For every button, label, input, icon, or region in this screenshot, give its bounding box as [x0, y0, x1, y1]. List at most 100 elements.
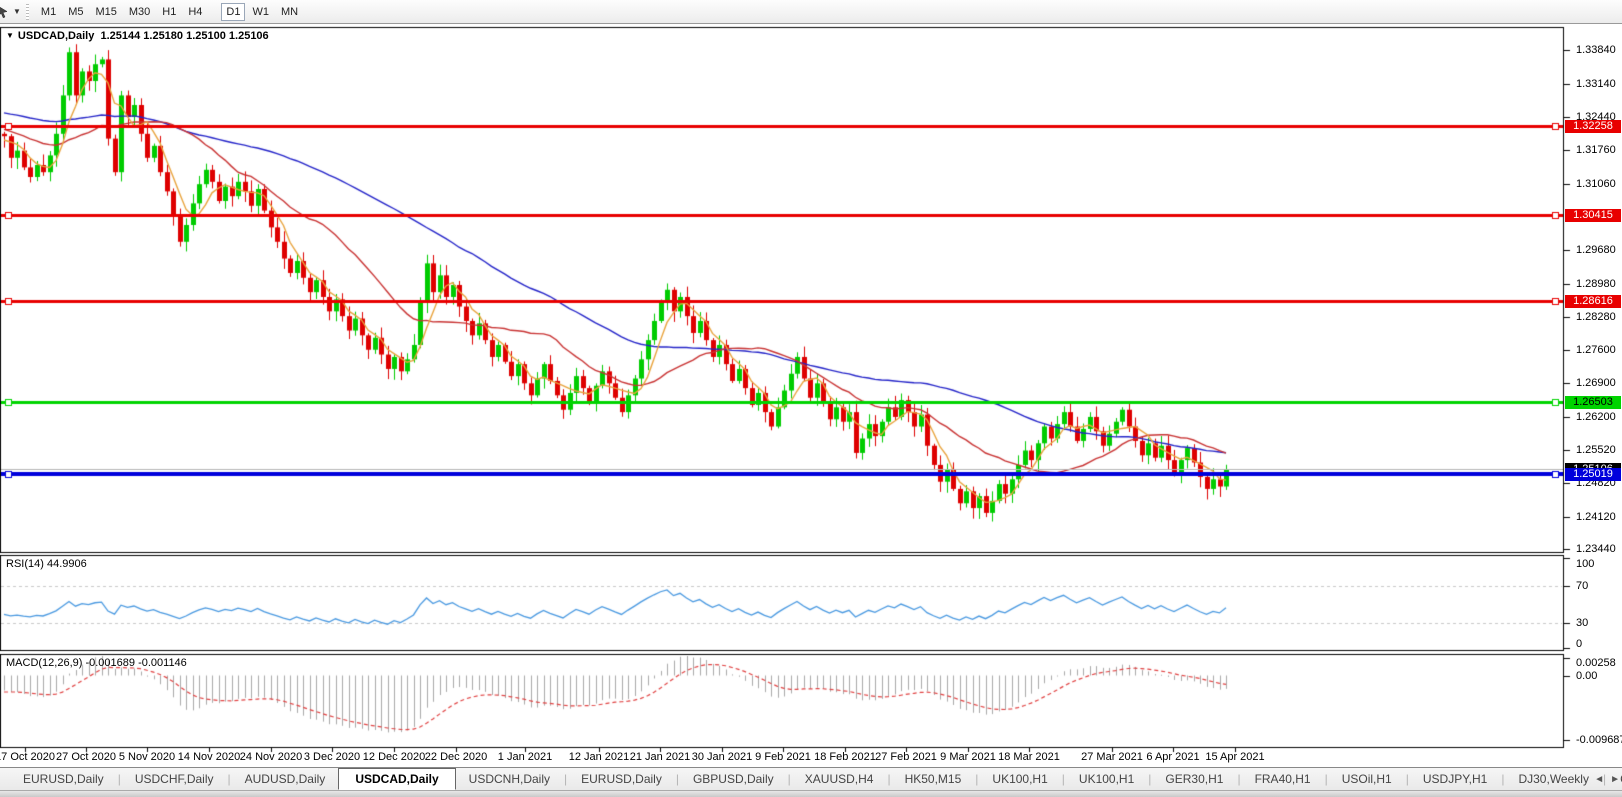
chart-tab-uk100-h1[interactable]: UK100,H1	[1066, 769, 1147, 789]
rsi-label: RSI(14) 44.9906	[6, 558, 87, 570]
chart-tab-fra40-h1[interactable]: FRA40,H1	[1242, 769, 1324, 789]
time-tick-label: 3 Dec 2020	[304, 751, 360, 763]
chart-tab-bar: EURUSD,Daily|USDCHF,Daily|AUDUSD,DailyUS…	[0, 767, 1622, 791]
chart-tab-xauusd-h4[interactable]: XAUUSD,H4	[792, 769, 887, 789]
tab-separator: |	[676, 772, 679, 786]
time-tick-label: 17 Oct 2020	[0, 751, 55, 763]
tab-scroll-left-icon[interactable]: ◄	[1594, 774, 1604, 785]
price-tick-label: 1.25520	[1576, 444, 1616, 456]
price-tick-label: 1.28980	[1576, 278, 1616, 290]
price-tick-label: 1.24120	[1576, 511, 1616, 523]
chart-tab-hk50-m15[interactable]: HK50,M15	[892, 769, 975, 789]
tab-separator: |	[1325, 772, 1328, 786]
tab-separator: |	[975, 772, 978, 786]
chart-tab-usdcad-daily[interactable]: USDCAD,Daily	[338, 768, 455, 790]
rsi-tick-label: 70	[1576, 580, 1588, 592]
chart-tab-uk100-h1[interactable]: UK100,H1	[979, 769, 1060, 789]
chart-tab-usdcnh-daily[interactable]: USDCNH,Daily	[456, 769, 563, 789]
tab-separator: |	[788, 772, 791, 786]
chart-canvas[interactable]	[0, 0, 1622, 762]
chart-tab-usdchf-daily[interactable]: USDCHF,Daily	[122, 769, 227, 789]
tab-separator: |	[1501, 772, 1504, 786]
price-tick-label: 1.33140	[1576, 78, 1616, 90]
tab-separator: |	[118, 772, 121, 786]
timeframe-button-mn[interactable]: MN	[276, 3, 303, 21]
time-tick-label: 12 Dec 2020	[363, 751, 425, 763]
time-tick-label: 27 Oct 2020	[56, 751, 116, 763]
price-tick-label: 1.31060	[1576, 178, 1616, 190]
time-tick-label: 12 Jan 2021	[569, 751, 630, 763]
timeframe-button-m1[interactable]: M1	[36, 3, 61, 21]
chart-tab-dj30-weekly[interactable]: DJ30,Weekly	[1505, 769, 1601, 789]
price-tick-label: 1.26900	[1576, 377, 1616, 389]
time-tick-label: 5 Nov 2020	[119, 751, 175, 763]
price-tick-label: 1.27600	[1576, 344, 1616, 356]
time-tick-label: 30 Jan 2021	[692, 751, 753, 763]
timeframe-button-w1[interactable]: W1	[247, 3, 274, 21]
rsi-tick-label: 30	[1576, 617, 1588, 629]
timeframe-button-m15[interactable]: M15	[90, 3, 121, 21]
hline-price-tag: 1.26503	[1565, 396, 1621, 409]
time-tick-label: 22 Dec 2020	[425, 751, 487, 763]
tab-separator: |	[228, 772, 231, 786]
timeframe-toolbar: ▼ M1M5M15M30H1H4 D1W1MN	[0, 0, 1622, 24]
price-tick-label: 1.33840	[1576, 44, 1616, 56]
chart-tab-usoil-h1[interactable]: USOil,H1	[1329, 769, 1405, 789]
macd-tick-label: 0.00258	[1576, 657, 1616, 669]
tab-separator: |	[1406, 772, 1409, 786]
time-tick-label: 27 Mar 2021	[1081, 751, 1143, 763]
macd-label: MACD(12,26,9) -0.001689 -0.001146	[6, 657, 187, 669]
chart-cursor-icon[interactable]	[0, 4, 12, 20]
time-tick-label: 15 Apr 2021	[1205, 751, 1264, 763]
chart-tab-ger30-h1[interactable]: GER30,H1	[1152, 769, 1236, 789]
tab-separator: |	[1148, 772, 1151, 786]
time-tick-label: 27 Feb 2021	[875, 751, 937, 763]
cursor-dropdown-icon[interactable]: ▼	[13, 7, 21, 16]
time-tick-label: 18 Feb 2021	[814, 751, 876, 763]
chart-tab-usdjpy-h1[interactable]: USDJPY,H1	[1410, 769, 1500, 789]
tab-separator: |	[887, 772, 890, 786]
trading-terminal-window: ▼ M1M5M15M30H1H4 D1W1MN ▼ USDCAD,Daily 1.2…	[0, 0, 1622, 797]
price-tick-label: 1.29680	[1576, 244, 1616, 256]
timeframe-button-m30[interactable]: M30	[124, 3, 155, 21]
symbol-dropdown-icon[interactable]: ▼	[6, 31, 14, 40]
rsi-tick-label: 100	[1576, 558, 1594, 570]
price-tick-label: 1.26200	[1576, 411, 1616, 423]
time-tick-label: 6 Apr 2021	[1146, 751, 1199, 763]
chart-tab-audusd-daily[interactable]: AUDUSD,Daily	[232, 769, 339, 789]
time-tick-label: 24 Nov 2020	[240, 751, 302, 763]
chart-title: ▼ USDCAD,Daily 1.25144 1.25180 1.25100 1.…	[6, 30, 269, 42]
tab-scroll-right-icon[interactable]: ►	[1610, 774, 1620, 785]
price-tick-label: 1.23440	[1576, 543, 1616, 555]
price-tick-label: 1.31760	[1576, 144, 1616, 156]
timeframe-button-h4[interactable]: H4	[183, 3, 207, 21]
chart-ohlc-values: 1.25144 1.25180 1.25100 1.25106	[100, 30, 268, 42]
timeframe-button-d1[interactable]: D1	[221, 3, 245, 21]
macd-tick-label: 0.00	[1576, 670, 1597, 682]
time-tick-label: 18 Mar 2021	[998, 751, 1060, 763]
time-tick-label: 9 Feb 2021	[755, 751, 811, 763]
time-tick-label: 9 Mar 2021	[940, 751, 996, 763]
tab-separator: |	[564, 772, 567, 786]
tab-separator: |	[1062, 772, 1065, 786]
chart-tab-eurusd-daily[interactable]: EURUSD,Daily	[10, 769, 117, 789]
hline-price-tag: 1.30415	[1565, 209, 1621, 222]
tab-separator: |	[1237, 772, 1240, 786]
hline-price-tag: 1.28616	[1565, 295, 1621, 308]
tab-scroll-arrows: ◄ ►	[1594, 769, 1620, 789]
time-tick-label: 1 Jan 2021	[498, 751, 552, 763]
timeframe-button-m5[interactable]: M5	[63, 3, 88, 21]
time-tick-label: 14 Nov 2020	[178, 751, 240, 763]
macd-tick-label: -0.009687	[1576, 734, 1622, 746]
chart-symbol: USDCAD,Daily	[18, 30, 94, 42]
toolbar-grip-handle[interactable]	[26, 4, 29, 20]
price-tick-label: 1.28280	[1576, 311, 1616, 323]
rsi-tick-label: 0	[1576, 638, 1582, 650]
chart-tab-gbpusd-daily[interactable]: GBPUSD,Daily	[680, 769, 787, 789]
status-strip	[0, 791, 1622, 797]
hline-price-tag: 1.32258	[1565, 120, 1621, 133]
chart-tab-eurusd-daily[interactable]: EURUSD,Daily	[568, 769, 675, 789]
time-tick-label: 21 Jan 2021	[630, 751, 691, 763]
timeframe-button-h1[interactable]: H1	[157, 3, 181, 21]
hline-price-tag: 1.25019	[1565, 468, 1621, 481]
